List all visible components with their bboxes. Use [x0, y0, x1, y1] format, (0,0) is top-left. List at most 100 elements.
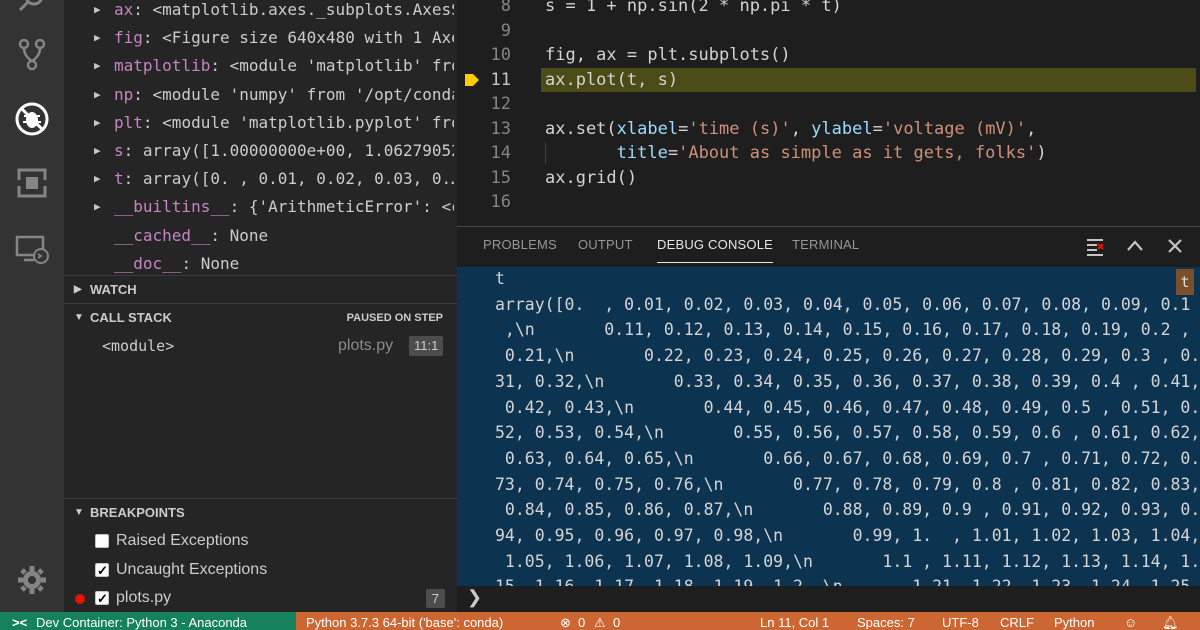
variable-text: s: array([1.00000000e+00, 1.06279052…: [114, 137, 454, 165]
line-ending[interactable]: CRLF: [1000, 615, 1034, 630]
variable-row[interactable]: ▶ ax: <matplotlib.axes._subplots.AxesS…: [64, 0, 457, 24]
call-stack-section-header[interactable]: ▼ CALL STACK PAUSED ON STEP: [64, 303, 457, 331]
bottom-panel: PROBLEMS OUTPUT DEBUG CONSOLE TERMINAL t…: [457, 226, 1200, 612]
call-stack-title: CALL STACK: [90, 310, 172, 325]
variable-row[interactable]: __doc__: None: [64, 250, 457, 278]
variable-name: np: [114, 84, 134, 104]
code-line[interactable]: 16: [457, 190, 1200, 215]
variable-separator: :: [133, 84, 153, 104]
clear-console-icon[interactable]: [1084, 235, 1106, 257]
code-token: ax.set(: [545, 118, 617, 139]
code-token: 'voltage (mV)': [882, 118, 1027, 139]
variable-name: ax: [114, 0, 134, 19]
extensions-icon[interactable]: [0, 155, 64, 211]
chevron-right-icon: ▶: [94, 115, 101, 129]
status-bar: >< Dev Container: Python 3 - Anaconda Py…: [0, 612, 1200, 630]
line-number: 9: [500, 20, 511, 41]
variable-value: {'ArithmeticError': <c…: [248, 197, 454, 217]
code-token: ylabel: [811, 118, 873, 139]
code-line[interactable]: 9: [457, 19, 1200, 44]
python-interpreter[interactable]: Python 3.7.3 64-bit ('base': conda): [306, 615, 503, 630]
gear-icon[interactable]: [0, 552, 64, 608]
remote-indicator[interactable]: >< Dev Container: Python 3 - Anaconda: [0, 612, 296, 630]
variable-row[interactable]: __cached__: None: [64, 222, 457, 250]
code-line[interactable]: 15 ax.grid(): [457, 166, 1200, 191]
line-number: 16: [490, 192, 511, 212]
warning-count[interactable]: 0: [613, 615, 620, 630]
code-text: s = 1 + np.sin(2 * np.pi * t): [545, 0, 842, 19]
error-icon[interactable]: ⊗: [560, 615, 571, 630]
console-line: 1.05, 1.06, 1.07, 1.08, 1.09,\n 1.1 , 1.…: [495, 551, 1200, 571]
code-token: s = 1 + np.sin(2 * np.pi * t): [545, 0, 842, 16]
tab-terminal[interactable]: TERMINAL: [792, 237, 859, 252]
debug-icon[interactable]: [0, 91, 64, 147]
variable-text: t: array([0. , 0.01, 0.02, 0.03, 0.…: [114, 165, 454, 193]
tab-problems[interactable]: PROBLEMS: [483, 237, 557, 252]
code-line[interactable]: 12: [457, 92, 1200, 117]
error-count[interactable]: 0: [578, 615, 585, 630]
variable-name: __cached__: [114, 225, 211, 245]
feedback-icon[interactable]: ☺: [1124, 615, 1137, 630]
line-number: 13: [490, 118, 511, 139]
current-code-line[interactable]: 11 ax.plot(t, s): [457, 67, 1200, 92]
call-stack-frame[interactable]: <module> plots.py 11:1: [64, 332, 457, 360]
variable-value: None: [229, 225, 269, 245]
variable-row[interactable]: ▶ __builtins__: {'ArithmeticError': <c…: [64, 193, 457, 221]
breakpoints-section-header[interactable]: ▼ BREAKPOINTS: [64, 498, 457, 526]
checkbox[interactable]: [95, 534, 109, 548]
encoding[interactable]: UTF-8: [942, 615, 979, 630]
search-icon[interactable]: [0, 0, 64, 28]
panel-tabs: PROBLEMS OUTPUT DEBUG CONSOLE TERMINAL: [457, 227, 1200, 265]
checkbox[interactable]: [95, 585, 109, 612]
chevron-right-icon: ▶: [94, 200, 101, 214]
variable-row[interactable]: ▶ plt: <module 'matplotlib.pyplot' fro…: [64, 109, 457, 137]
breakpoint-raised-exceptions[interactable]: Raised Exceptions: [64, 527, 457, 555]
tab-debug-console[interactable]: DEBUG CONSOLE: [657, 237, 774, 263]
tab-output[interactable]: OUTPUT: [578, 237, 633, 252]
variable-separator: :: [123, 169, 143, 189]
debug-console-output[interactable]: t array([0. , 0.01, 0.02, 0.03, 0.04, 0.0…: [457, 267, 1200, 586]
variable-row[interactable]: ▶ s: array([1.00000000e+00, 1.06279052…: [64, 137, 457, 165]
watch-section-header[interactable]: ▶ WATCH: [64, 275, 457, 303]
variable-row[interactable]: ▶ t: array([0. , 0.01, 0.02, 0.03, 0.…: [64, 165, 457, 193]
code-text: ax.set(xlabel='time (s)', ylabel='voltag…: [545, 117, 1036, 142]
code-token: title: [616, 143, 668, 163]
source-control-icon[interactable]: [0, 26, 64, 82]
variable-text: fig: <Figure size 640x480 with 1 Axe…: [114, 24, 454, 52]
variable-text: np: <module 'numpy' from '/opt/conda…: [114, 81, 454, 109]
maximize-panel-icon[interactable]: [1124, 235, 1146, 257]
notifications-icon[interactable]: 🔔︎: [1162, 615, 1179, 630]
language-mode[interactable]: Python: [1054, 615, 1094, 630]
paused-status: PAUSED ON STEP: [346, 312, 443, 324]
variable-value: None: [200, 253, 240, 273]
cursor-position[interactable]: Ln 11, Col 1: [760, 615, 829, 630]
code-line[interactable]: 10 fig, ax = plt.subplots(): [457, 43, 1200, 68]
console-prompt-icon[interactable]: ❯: [467, 587, 482, 608]
indentation[interactable]: Spaces: 7: [857, 615, 915, 630]
variable-separator: :: [210, 225, 230, 245]
code-editor[interactable]: 8 s = 1 + np.sin(2 * np.pi * t) 9 10 fig, ax…: [457, 0, 1200, 226]
variable-row[interactable]: ▶ np: <module 'numpy' from '/opt/conda…: [64, 81, 457, 109]
remote-label: Dev Container: Python 3 - Anaconda: [36, 615, 248, 630]
remote-explorer-icon[interactable]: [0, 220, 64, 276]
variable-row[interactable]: ▶ matplotlib: <module 'matplotlib' fro…: [64, 52, 457, 80]
code-line[interactable]: 8 s = 1 + np.sin(2 * np.pi * t): [457, 0, 1200, 19]
breakpoint-uncaught-exceptions[interactable]: Uncaught Exceptions: [64, 556, 457, 585]
code-token: xlabel: [616, 118, 679, 139]
code-token: =: [678, 118, 689, 139]
variable-text: matplotlib: <module 'matplotlib' fro…: [114, 52, 454, 80]
warning-icon[interactable]: ⚠: [594, 615, 606, 630]
breakpoint-plots-py[interactable]: plots.py 7: [64, 584, 457, 612]
debug-sidebar: ▶ ax: <matplotlib.axes._subplots.AxesS… ▶ f…: [64, 0, 457, 612]
chevron-right-icon: ▶: [74, 284, 82, 295]
close-panel-icon[interactable]: [1164, 235, 1186, 257]
variable-row[interactable]: ▶ fig: <Figure size 640x480 with 1 Axe…: [64, 24, 457, 52]
variable-name: matplotlib: [114, 56, 211, 76]
console-line: 0.63, 0.64, 0.65,\n 0.66, 0.67, 0.68, 0.…: [495, 448, 1200, 468]
variable-value: array([0. , 0.01, 0.02, 0.03, 0.…: [142, 169, 454, 189]
checkbox[interactable]: [95, 557, 109, 585]
code-line[interactable]: 13 ax.set(xlabel='time (s)', ylabel='volt…: [457, 117, 1200, 142]
console-line: 0.21,\n 0.22, 0.23, 0.24, 0.25, 0.26, 0.…: [495, 346, 1200, 366]
activity-bar: [0, 0, 64, 612]
code-line[interactable]: 14 title='About as simple as it gets, fo…: [457, 141, 1200, 166]
